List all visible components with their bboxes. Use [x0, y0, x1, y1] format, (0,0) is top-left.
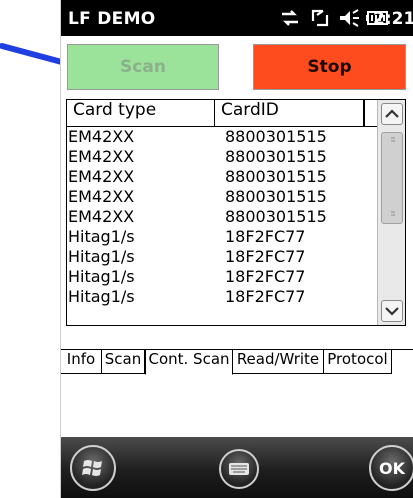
scan-button[interactable]: Scan — [67, 44, 219, 90]
scroll-down-button[interactable] — [381, 300, 403, 322]
scroll-thumb[interactable] — [381, 132, 403, 224]
card-list-grid[interactable]: Card type CardID EM42XX 8800301515 EM42XX… — [66, 99, 406, 326]
card-id-cell: 18F2FC77 — [225, 267, 306, 286]
table-row[interactable]: EM42XX 8800301515 — [67, 167, 377, 187]
chevron-up-icon — [385, 109, 399, 118]
table-row[interactable]: Hitag1/s 18F2FC77 — [67, 227, 377, 247]
grid-rows: EM42XX 8800301515 EM42XX 8800301515 EM42XX… — [67, 127, 377, 307]
card-type-cell: EM42XX — [68, 187, 135, 206]
taskbar: OK — [61, 437, 413, 498]
card-type-cell: EM42XX — [68, 147, 135, 166]
table-row[interactable]: EM42XX 8800301515 — [67, 207, 377, 227]
status-bar: LF DEMO 2:21 — [61, 0, 413, 36]
card-id-cell: 8800301515 — [225, 207, 327, 226]
tab-strip: Info Scan Cont. Scan Read/Write Protocol — [61, 349, 413, 376]
card-id-cell: 18F2FC77 — [225, 247, 306, 266]
card-type-cell: Hitag1/s — [68, 247, 135, 266]
card-type-cell: EM42XX — [68, 127, 135, 146]
device-screen: LF DEMO 2:21 Scan Stop Card type CardID … — [60, 0, 413, 498]
tab-protocol[interactable]: Protocol — [324, 350, 392, 374]
ok-label: OK — [379, 458, 405, 478]
clock[interactable]: 2:21 — [373, 9, 413, 29]
tab-info[interactable]: Info — [61, 350, 102, 374]
grip-icon — [391, 137, 395, 142]
table-row[interactable]: Hitag1/s 18F2FC77 — [67, 287, 377, 307]
table-row[interactable]: EM42XX 8800301515 — [67, 127, 377, 147]
chevron-down-icon — [385, 307, 399, 316]
tab-cont-scan[interactable]: Cont. Scan — [145, 350, 233, 375]
volume-icon[interactable] — [337, 7, 361, 29]
table-row[interactable]: EM42XX 8800301515 — [67, 187, 377, 207]
card-id-cell: 8800301515 — [225, 147, 327, 166]
keyboard-button[interactable] — [219, 449, 259, 489]
card-type-cell: Hitag1/s — [68, 227, 135, 246]
stop-button[interactable]: Stop — [253, 44, 406, 90]
card-id-cell: 8800301515 — [225, 127, 327, 146]
card-id-cell: 8800301515 — [225, 167, 327, 186]
column-header-card-id[interactable]: CardID — [215, 100, 365, 126]
grip-icon — [391, 211, 395, 216]
card-id-cell: 18F2FC77 — [225, 227, 306, 246]
table-row[interactable]: Hitag1/s 18F2FC77 — [67, 267, 377, 287]
table-row[interactable]: EM42XX 8800301515 — [67, 147, 377, 167]
connectivity-icon[interactable] — [279, 7, 301, 29]
vertical-scrollbar[interactable] — [377, 100, 405, 325]
column-header-card-type[interactable]: Card type — [67, 100, 215, 126]
ok-button[interactable]: OK — [369, 445, 413, 491]
keyboard-icon — [229, 463, 249, 475]
card-type-cell: EM42XX — [68, 207, 135, 226]
tab-read-write[interactable]: Read/Write — [233, 350, 324, 374]
grid-header: Card type CardID — [67, 100, 405, 127]
card-type-cell: EM42XX — [68, 167, 135, 186]
app-title[interactable]: LF DEMO — [68, 9, 156, 29]
card-id-cell: 18F2FC77 — [225, 287, 306, 306]
start-button[interactable] — [70, 445, 116, 491]
card-type-cell: Hitag1/s — [68, 287, 135, 306]
card-type-cell: Hitag1/s — [68, 267, 135, 286]
windows-logo-icon — [82, 460, 102, 476]
table-row[interactable]: Hitag1/s 18F2FC77 — [67, 247, 377, 267]
scroll-up-button[interactable] — [381, 103, 403, 125]
card-id-cell: 8800301515 — [225, 187, 327, 206]
tab-scan[interactable]: Scan — [102, 350, 145, 374]
sync-icon[interactable] — [309, 7, 331, 29]
